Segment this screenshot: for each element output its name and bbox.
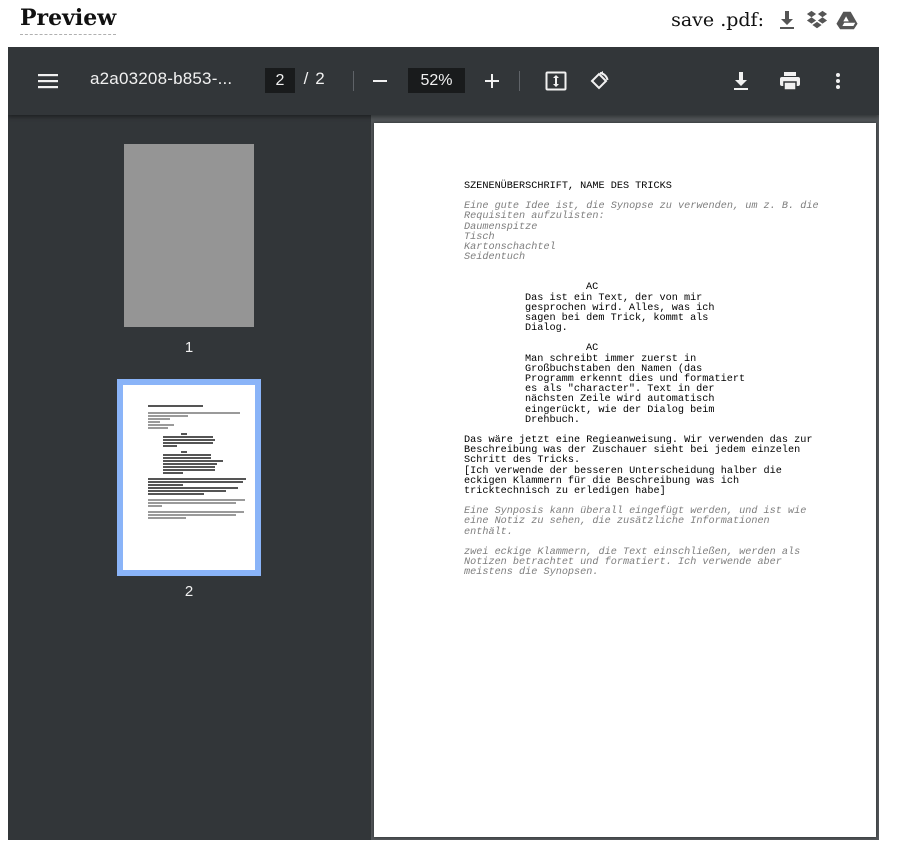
pdf-toolbar: a2a03208-b853-... 2 / 2 52% (8, 47, 879, 115)
synopsis-line: Seidentuch (464, 252, 526, 264)
menu-icon[interactable] (30, 63, 66, 99)
pdf-page-2: SZENENÜBERSCHRIFT, NAME DES TRICKS Eine … (374, 123, 876, 837)
thumbnail-page-preview (123, 385, 255, 570)
total-pages: 2 (315, 69, 325, 88)
thumbnail-page-number: 2 (184, 583, 194, 600)
zoom-out-icon[interactable] (362, 63, 398, 99)
page-thumbnail-2[interactable] (117, 379, 261, 576)
download-icon[interactable] (723, 63, 759, 99)
save-pdf-label: save .pdf: (671, 9, 764, 31)
thumbnail-sidebar: 1 2 (8, 115, 371, 840)
zoom-in-icon[interactable] (474, 63, 510, 99)
preview-header: Preview save .pdf: (0, 0, 900, 46)
action-line: tricktechnisch zu erledigen habe] (464, 486, 666, 498)
dropbox-icon[interactable] (806, 9, 828, 31)
dialogue-line: eingerückt, wie der Dialog beim (525, 404, 715, 416)
synopsis-line: eine Notiz zu sehen, die zusätzliche Inf… (464, 516, 770, 528)
synopsis-line: Daumenspitze (464, 221, 538, 233)
toolbar-divider (353, 71, 354, 91)
synopsis-line: meistens die Synopsen. (464, 567, 599, 579)
preview-title: Preview (20, 5, 117, 35)
current-page-input[interactable]: 2 (265, 68, 295, 93)
synopsis-line: enthält. (464, 526, 513, 538)
scene-heading: SZENENÜBERSCHRIFT, NAME DES TRICKS (464, 181, 672, 192)
script-content: SZENENÜBERSCHRIFT, NAME DES TRICKS Eine … (464, 181, 834, 579)
print-icon[interactable] (772, 63, 808, 99)
rotate-icon[interactable] (581, 63, 617, 99)
document-filename: a2a03208-b853-... (90, 69, 233, 88)
fit-page-icon[interactable] (538, 63, 574, 99)
download-icon[interactable] (776, 9, 798, 31)
google-drive-icon[interactable] (836, 9, 858, 31)
toolbar-divider (519, 71, 520, 91)
more-options-icon[interactable] (820, 63, 856, 99)
save-pdf-area: save .pdf: (671, 9, 858, 31)
dialogue-line: Drehbuch. (525, 414, 581, 426)
dialogue-line: sagen bei dem Trick, kommt als (525, 313, 709, 325)
thumbnail-page-number: 1 (184, 339, 194, 356)
page-thumbnail-1[interactable] (124, 144, 254, 327)
zoom-level-input[interactable]: 52% (408, 68, 465, 93)
pdf-viewer: a2a03208-b853-... 2 / 2 52% 1 2 SZENENÜB… (8, 47, 879, 840)
dialogue-line: Dialog. (525, 323, 568, 335)
document-view[interactable]: SZENENÜBERSCHRIFT, NAME DES TRICKS Eine … (371, 115, 879, 840)
